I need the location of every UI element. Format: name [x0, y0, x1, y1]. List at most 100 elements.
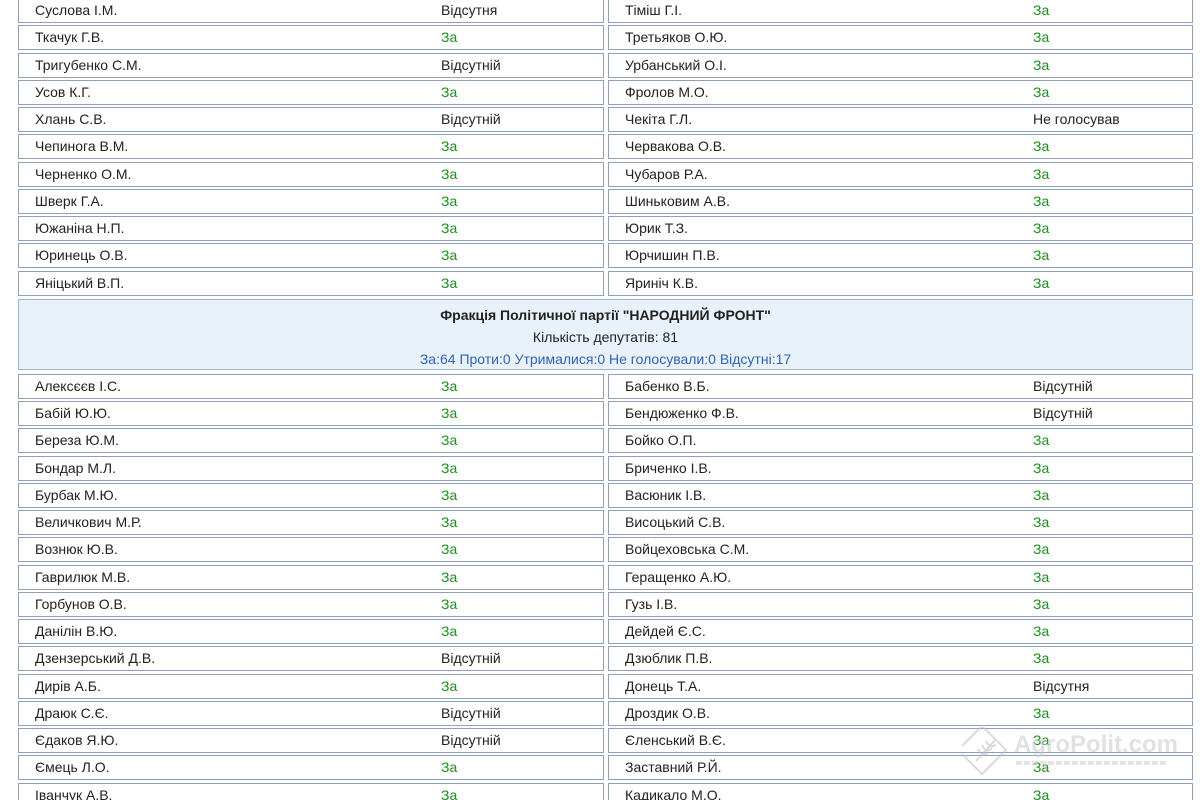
deputy-cell[interactable]: Дейдей Є.С. За — [608, 619, 1193, 644]
deputy-cell[interactable]: Войцеховська С.М. За — [608, 537, 1193, 563]
deputy-cell[interactable]: Чепинога В.М. За — [18, 134, 604, 160]
deputy-cell[interactable]: Дроздик О.В. За — [608, 700, 1193, 726]
deputy-cell[interactable]: Бабій Ю.Ю. За — [18, 401, 604, 426]
deputy-cell[interactable]: Кадикало М.О. За — [608, 782, 1193, 800]
deputy-cell[interactable]: Третьяков О.Ю. За — [608, 25, 1193, 51]
deputy-name: Драюк С.Є. — [35, 704, 109, 721]
vote-result: За — [1033, 83, 1050, 100]
deputy-cell[interactable]: Юринець О.В. За — [18, 243, 604, 269]
vote-result: За — [441, 138, 458, 155]
deputy-cell[interactable]: Вознюк Ю.В. За — [18, 537, 604, 563]
deputy-cell[interactable]: Дирів А.Б. За — [18, 673, 604, 699]
deputy-cell[interactable]: Величкович М.Р. За — [18, 510, 604, 535]
deputy-cell[interactable]: Юрчишин П.В. За — [608, 243, 1193, 269]
deputy-cell[interactable]: Дзюблик П.В. За — [608, 646, 1193, 672]
deputy-cell[interactable]: Бурбак М.Ю. За — [18, 482, 604, 508]
vote-result: За — [441, 432, 458, 449]
deputy-cell[interactable]: Усов К.Г. За — [18, 79, 604, 105]
deputy-cell[interactable]: Фролов М.О. За — [608, 79, 1193, 105]
vote-result: За — [441, 274, 458, 291]
deputy-cell[interactable]: Алексєєв І.С. За — [18, 373, 604, 399]
vote-result: За — [1033, 595, 1050, 612]
vote-result: За — [1033, 623, 1050, 639]
vote-result: Відсутній — [441, 111, 501, 127]
table-row: Чепинога В.М. За Червакова О.В. За — [18, 133, 1195, 160]
deputy-cell[interactable]: Горбунов О.В. За — [18, 591, 604, 617]
deputy-cell[interactable]: Донець Т.А. Відсутня — [608, 673, 1193, 699]
deputy-cell[interactable]: Яриніч К.В. За — [608, 270, 1193, 296]
deputy-cell[interactable]: Єленський В.Є. За — [608, 728, 1193, 753]
vote-result: За — [1033, 650, 1050, 667]
deputy-cell[interactable]: Іванчук А.В. За — [18, 782, 604, 800]
deputy-cell[interactable]: Бабенко В.Б. Відсутній — [608, 373, 1193, 399]
faction-vote-summary: За:64 Проти:0 Утрималися:0 Не голосували… — [419, 350, 792, 367]
table-row: Гаврилюк М.В. За Геращенко А.Ю. За — [18, 564, 1195, 591]
deputy-cell[interactable]: Ємець Л.О. За — [18, 755, 604, 781]
deputy-cell[interactable]: Чубаров Р.А. За — [608, 161, 1193, 187]
deputy-cell[interactable]: Черненко О.М. За — [18, 161, 604, 187]
vote-result: За — [441, 595, 458, 612]
deputy-name: Бендюженко Ф.В. — [625, 405, 739, 421]
vote-result: Відсутній — [441, 732, 501, 748]
vote-result: За — [1033, 165, 1050, 182]
deputy-cell[interactable]: Южаніна Н.П. За — [18, 216, 604, 241]
vote-result: За — [441, 247, 458, 264]
deputy-cell[interactable]: Яніцький В.П. За — [18, 270, 604, 296]
deputy-name: Бабенко В.Б. — [625, 377, 710, 394]
deputy-cell[interactable]: Гаврилюк М.В. За — [18, 564, 604, 590]
vote-result: За — [441, 623, 458, 639]
deputy-cell[interactable]: Висоцький С.В. За — [608, 510, 1193, 535]
deputy-cell[interactable]: Шверк Г.А. За — [18, 188, 604, 214]
deputy-name: Дроздик О.В. — [625, 704, 711, 721]
table-row: Усов К.Г. За Фролов М.О. За — [18, 79, 1195, 106]
deputy-cell[interactable]: Бойко О.П. За — [608, 428, 1193, 454]
deputy-cell[interactable]: Ткачук Г.В. За — [18, 25, 604, 51]
deputy-name: Бондар М.Л. — [35, 459, 116, 476]
deputy-name: Вознюк Ю.В. — [35, 541, 118, 558]
faction-deputy-count: Кількість депутатів: 81 — [532, 328, 679, 345]
deputy-cell[interactable]: Хлань С.В. Відсутній — [18, 107, 604, 132]
deputy-cell[interactable]: Гузь І.В. За — [608, 591, 1193, 617]
deputy-cell[interactable]: Юрик Т.З. За — [608, 216, 1193, 241]
deputy-cell[interactable]: Чекіта Г.Л. Не голосував — [608, 107, 1193, 132]
vote-result: За — [441, 677, 458, 694]
deputy-name: Горбунов О.В. — [35, 595, 127, 612]
deputy-cell[interactable]: Драюк С.Є. Відсутній — [18, 700, 604, 726]
deputy-cell[interactable]: Суслова І.М. Відсутня — [18, 0, 604, 23]
deputy-cell[interactable]: Береза Ю.М. За — [18, 428, 604, 454]
deputy-cell[interactable]: Бендюженко Ф.В. Відсутній — [608, 401, 1193, 426]
deputy-cell[interactable]: Данілін В.Ю. За — [18, 619, 604, 644]
deputy-cell[interactable]: Червакова О.В. За — [608, 134, 1193, 160]
deputy-name: Войцеховська С.М. — [625, 541, 750, 558]
deputy-name: Єленський В.Є. — [625, 732, 726, 748]
deputy-name: Висоцький С.В. — [625, 514, 726, 530]
vote-result: Відсутній — [441, 650, 501, 667]
deputy-name: Тригубенко С.М. — [35, 56, 142, 73]
vote-result: Відсутній — [1033, 405, 1093, 421]
vote-result: За — [1033, 759, 1050, 776]
table-row: Дзензерський Д.В. Відсутній Дзюблик П.В. За — [18, 645, 1195, 672]
deputy-cell[interactable]: Дзензерський Д.В. Відсутній — [18, 646, 604, 672]
deputy-name: Данілін В.Ю. — [35, 623, 118, 639]
vote-result: За — [1033, 247, 1050, 264]
deputy-name: Заставний Р.Й. — [625, 759, 722, 776]
table-row: Драюк С.Є. Відсутній Дроздик О.В. За — [18, 700, 1195, 727]
table-row: Тригубенко С.М. Відсутній Урбанський О.І. З… — [18, 52, 1195, 79]
deputy-name: Черненко О.М. — [35, 165, 132, 182]
vote-result: За — [1033, 274, 1050, 291]
deputy-name: Урбанський О.І. — [625, 56, 727, 73]
table-row: Данілін В.Ю. За Дейдей Є.С. За — [18, 618, 1195, 645]
deputy-cell[interactable]: Шиньковим А.В. За — [608, 188, 1193, 214]
deputy-cell[interactable]: Єдаков Я.Ю. Відсутній — [18, 728, 604, 753]
deputy-cell[interactable]: Васюник І.В. За — [608, 482, 1193, 508]
deputy-cell[interactable]: Тригубенко С.М. Відсутній — [18, 52, 604, 78]
deputy-cell[interactable]: Геращенко А.Ю. За — [608, 564, 1193, 590]
deputy-name: Юринець О.В. — [35, 247, 128, 264]
deputy-cell[interactable]: Тіміш Г.І. За — [608, 0, 1193, 23]
deputy-cell[interactable]: Заставний Р.Й. За — [608, 755, 1193, 781]
deputy-cell[interactable]: Бондар М.Л. За — [18, 455, 604, 481]
vote-result: Відсутня — [441, 2, 498, 18]
deputy-cell[interactable]: Бриченко І.В. За — [608, 455, 1193, 481]
deputy-cell[interactable]: Урбанський О.І. За — [608, 52, 1193, 78]
table-row: Суслова І.М. Відсутня Тіміш Г.І. За — [18, 0, 1195, 24]
